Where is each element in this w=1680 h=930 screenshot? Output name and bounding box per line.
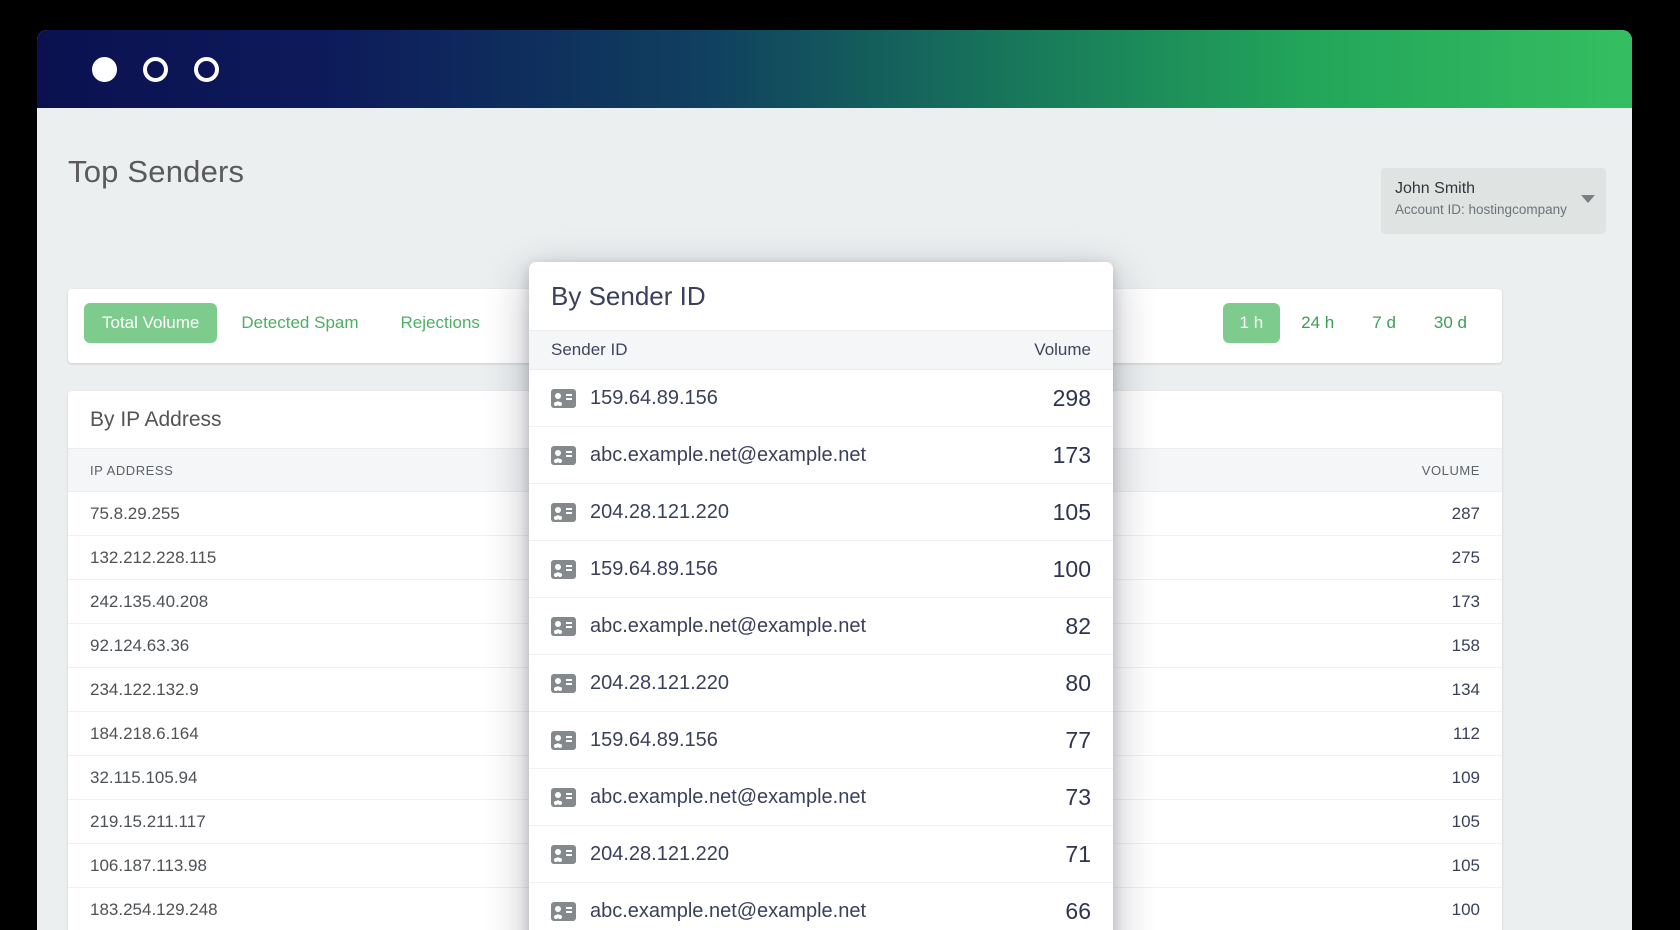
close-icon[interactable] xyxy=(92,57,117,82)
sender-volume-value: 82 xyxy=(1065,612,1091,639)
contact-card-icon xyxy=(551,901,576,921)
contact-card-icon xyxy=(551,844,576,864)
sender-volume-value: 77 xyxy=(1065,726,1091,753)
modal-table-row[interactable]: 159.64.89.156 100 xyxy=(529,541,1113,598)
column-header-sender-id[interactable]: Sender ID xyxy=(551,340,1034,360)
sender-volume-value: 105 xyxy=(1052,498,1091,525)
modal-table-row[interactable]: 159.64.89.156 298 xyxy=(529,370,1113,427)
range-30d[interactable]: 30 d xyxy=(1417,303,1484,343)
sender-volume-value: 80 xyxy=(1065,669,1091,696)
modal-row-left: 204.28.121.220 xyxy=(551,672,1065,695)
sender-id-value: 159.64.89.156 xyxy=(590,557,718,580)
row-volume: 112 xyxy=(1452,723,1480,743)
modal-column-headers: Sender ID Volume xyxy=(529,330,1113,370)
sender-volume-value: 73 xyxy=(1065,783,1091,810)
page-body: Top Senders John Smith Account ID: hosti… xyxy=(37,108,1632,930)
modal-table-row[interactable]: abc.example.net@example.net 82 xyxy=(529,598,1113,655)
row-volume: 287 xyxy=(1451,503,1480,523)
sender-id-value: abc.example.net@example.net xyxy=(590,899,867,922)
row-volume: 105 xyxy=(1451,811,1480,831)
sender-volume-value: 66 xyxy=(1065,897,1091,924)
row-volume: 100 xyxy=(1451,899,1480,919)
row-volume: 158 xyxy=(1451,635,1480,655)
tab-total-volume[interactable]: Total Volume xyxy=(84,303,218,343)
sender-id-value: abc.example.net@example.net xyxy=(590,443,867,466)
range-7d[interactable]: 7 d xyxy=(1355,303,1413,343)
column-header-modal-volume[interactable]: Volume xyxy=(1034,340,1091,360)
row-volume: 173 xyxy=(1451,591,1480,611)
range-1h[interactable]: 1 h xyxy=(1222,303,1281,343)
row-volume: 134 xyxy=(1451,679,1480,699)
modal-row-left: 159.64.89.156 xyxy=(551,387,1053,410)
contact-card-icon xyxy=(551,388,576,408)
sender-id-value: 204.28.121.220 xyxy=(590,671,730,694)
sender-id-value: 204.28.121.220 xyxy=(590,500,730,523)
modal-table-row[interactable]: 204.28.121.220 80 xyxy=(529,655,1113,712)
minimize-icon[interactable] xyxy=(143,57,168,82)
range-24h[interactable]: 24 h xyxy=(1284,303,1351,343)
sender-id-value: abc.example.net@example.net xyxy=(590,785,867,808)
modal-row-left: abc.example.net@example.net xyxy=(551,786,1065,809)
modal-title: By Sender ID xyxy=(551,280,706,311)
account-selector[interactable]: John Smith Account ID: hostingcompany xyxy=(1381,168,1606,234)
metric-tabs: Total Volume Detected Spam Rejections xyxy=(84,303,498,343)
window-title-bar xyxy=(37,30,1632,108)
account-id: Account ID: hostingcompany xyxy=(1395,202,1567,217)
modal-table-row[interactable]: 159.64.89.156 77 xyxy=(529,712,1113,769)
modal-table-body: 159.64.89.156 298 abc.example.net@example.… xyxy=(529,370,1113,930)
modal-table-row[interactable]: abc.example.net@example.net 66 xyxy=(529,883,1113,930)
row-volume: 109 xyxy=(1451,767,1480,787)
modal-row-left: 159.64.89.156 xyxy=(551,729,1065,752)
contact-card-icon xyxy=(551,445,576,465)
chevron-down-icon[interactable] xyxy=(1581,195,1595,203)
contact-card-icon xyxy=(551,673,576,693)
modal-row-left: abc.example.net@example.net xyxy=(551,444,1053,467)
maximize-icon[interactable] xyxy=(194,57,219,82)
app-window: Top Senders John Smith Account ID: hosti… xyxy=(37,30,1632,930)
account-name: John Smith xyxy=(1395,180,1476,197)
modal-table-row[interactable]: 204.28.121.220 71 xyxy=(529,826,1113,883)
sender-volume-value: 173 xyxy=(1052,441,1091,468)
row-volume: 105 xyxy=(1451,855,1480,875)
sender-volume-value: 298 xyxy=(1052,384,1091,411)
time-range-selector: 1 h 24 h 7 d 30 d xyxy=(1222,303,1484,343)
sender-id-value: 159.64.89.156 xyxy=(590,728,718,751)
modal-row-left: 204.28.121.220 xyxy=(551,501,1053,524)
contact-card-icon xyxy=(551,502,576,522)
modal-by-sender-id: By Sender ID Sender ID Volume 159.64.89.… xyxy=(529,262,1113,930)
traffic-light-controls xyxy=(92,57,219,82)
contact-card-icon xyxy=(551,787,576,807)
row-volume: 275 xyxy=(1451,547,1480,567)
modal-row-left: abc.example.net@example.net xyxy=(551,615,1065,638)
modal-row-left: abc.example.net@example.net xyxy=(551,900,1065,923)
modal-table-row[interactable]: 204.28.121.220 105 xyxy=(529,484,1113,541)
column-header-domain-volume[interactable]: VOLUME xyxy=(1422,463,1480,478)
modal-table-row[interactable]: abc.example.net@example.net 73 xyxy=(529,769,1113,826)
modal-row-left: 159.64.89.156 xyxy=(551,558,1053,581)
tab-rejections[interactable]: Rejections xyxy=(383,303,498,343)
screen: Top Senders John Smith Account ID: hosti… xyxy=(0,0,1680,930)
page-title: Top Senders xyxy=(68,154,245,189)
contact-card-icon xyxy=(551,559,576,579)
sender-volume-value: 100 xyxy=(1052,555,1091,582)
sender-id-value: 204.28.121.220 xyxy=(590,842,730,865)
sender-volume-value: 71 xyxy=(1065,840,1091,867)
contact-card-icon xyxy=(551,616,576,636)
modal-row-left: 204.28.121.220 xyxy=(551,843,1065,866)
sender-id-value: abc.example.net@example.net xyxy=(590,614,867,637)
tab-detected-spam[interactable]: Detected Spam xyxy=(223,303,376,343)
sender-id-value: 159.64.89.156 xyxy=(590,386,718,409)
contact-card-icon xyxy=(551,730,576,750)
modal-table-row[interactable]: abc.example.net@example.net 173 xyxy=(529,427,1113,484)
